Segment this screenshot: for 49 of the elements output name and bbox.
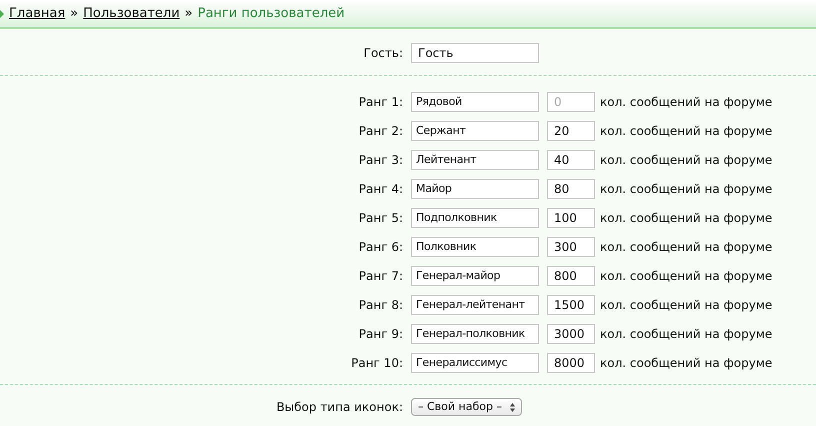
rank-label: Ранг 7: [358,268,403,284]
rank-name-input[interactable]: Полковник [411,236,539,256]
message-count-input[interactable]: 8000 [547,352,595,372]
rank-label: Ранг 8: [358,296,403,314]
guest-input[interactable]: Гость [411,42,539,62]
bullet-icon [0,10,4,18]
rank-label: Ранг 3: [358,152,403,168]
message-count-input[interactable]: 800 [547,266,595,286]
field-label: Выбор типа иконок: [275,399,403,416]
message-count-input[interactable]: 300 [547,236,595,256]
breadcrumb-current: Ранги пользователей [198,4,345,23]
breadcrumb-separator: » [184,4,193,23]
breadcrumb-link[interactable]: Главная [9,4,66,24]
count-description: кол. сообщений на форуме [600,122,772,140]
count-description: кол. сообщений на форуме [600,94,772,110]
rank-label: Ранг 2: [358,122,403,140]
rank-name-input[interactable]: Генерал-полковник [411,324,539,344]
breadcrumb-separator: » [70,4,78,23]
message-count-input[interactable]: 1500 [547,294,595,314]
icon-type-select[interactable]: – Свой набор – [411,398,522,416]
rank-label: Ранг 5: [358,210,403,226]
count-description: кол. сообщений на форуме [600,268,772,284]
count-description: кол. сообщений на форуме [600,210,772,226]
rank-label: Ранг 10: [350,354,403,372]
count-description: кол. сообщений на форуме [600,180,772,198]
updown-caret-icon [510,402,515,412]
rank-name-input[interactable]: Лейтенант [411,150,539,170]
count-description: кол. сообщений на форуме [600,296,772,314]
message-count-input[interactable]: 3000 [547,324,595,344]
message-count-input[interactable]: 20 [547,120,595,140]
count-description: кол. сообщений на форуме [600,326,772,342]
rank-name-input[interactable]: Генералиссимус [411,352,539,372]
rank-name-input[interactable]: Сержант [411,120,539,140]
field-label: Гость: [362,44,403,62]
rank-label: Ранг 6: [358,238,403,256]
message-count-input[interactable]: 100 [547,208,595,228]
breadcrumb-link[interactable]: Пользователи [83,4,180,24]
count-description: кол. сообщений на форуме [600,238,772,256]
message-count-input[interactable]: 80 [547,178,595,198]
rank-name-input[interactable]: Генерал-лейтенант [411,294,539,314]
rank-label: Ранг 9: [358,326,403,342]
count-description: кол. сообщений на форуме [600,354,772,372]
rank-name-input[interactable]: Майор [411,178,539,198]
count-description: кол. сообщений на форуме [600,152,772,168]
rank-name-input[interactable]: Генерал-майор [411,266,539,286]
rank-label: Ранг 4: [358,180,403,198]
rank-name-input[interactable]: Подполковник [411,208,539,228]
message-count-input[interactable]: 40 [547,150,595,170]
rank-label: Ранг 1: [358,94,403,110]
